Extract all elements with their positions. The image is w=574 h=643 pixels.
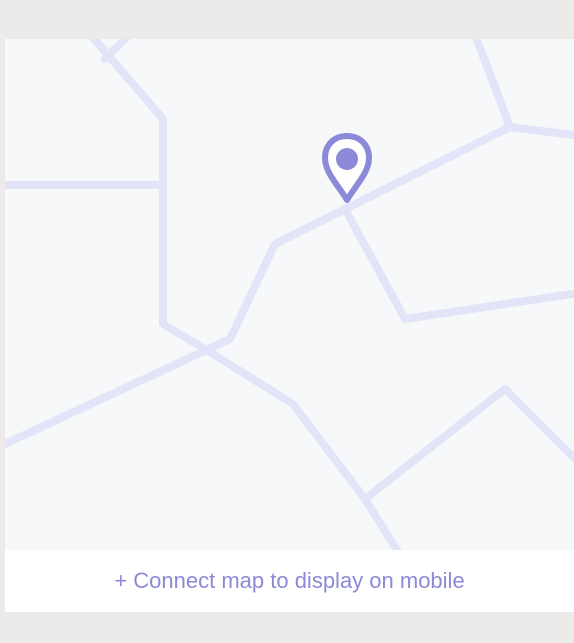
location-pin-icon xyxy=(322,133,372,203)
road xyxy=(361,385,574,503)
map-card-footer: + Connect map to display on mobile xyxy=(5,550,574,612)
map-preview xyxy=(5,39,574,550)
road xyxy=(88,39,402,550)
connect-map-button[interactable]: + Connect map to display on mobile xyxy=(114,570,464,592)
road xyxy=(472,39,574,140)
road xyxy=(101,39,131,63)
road xyxy=(5,123,514,448)
road xyxy=(341,205,574,323)
map-roads xyxy=(5,39,574,550)
map-widget-card: + Connect map to display on mobile xyxy=(5,39,574,612)
